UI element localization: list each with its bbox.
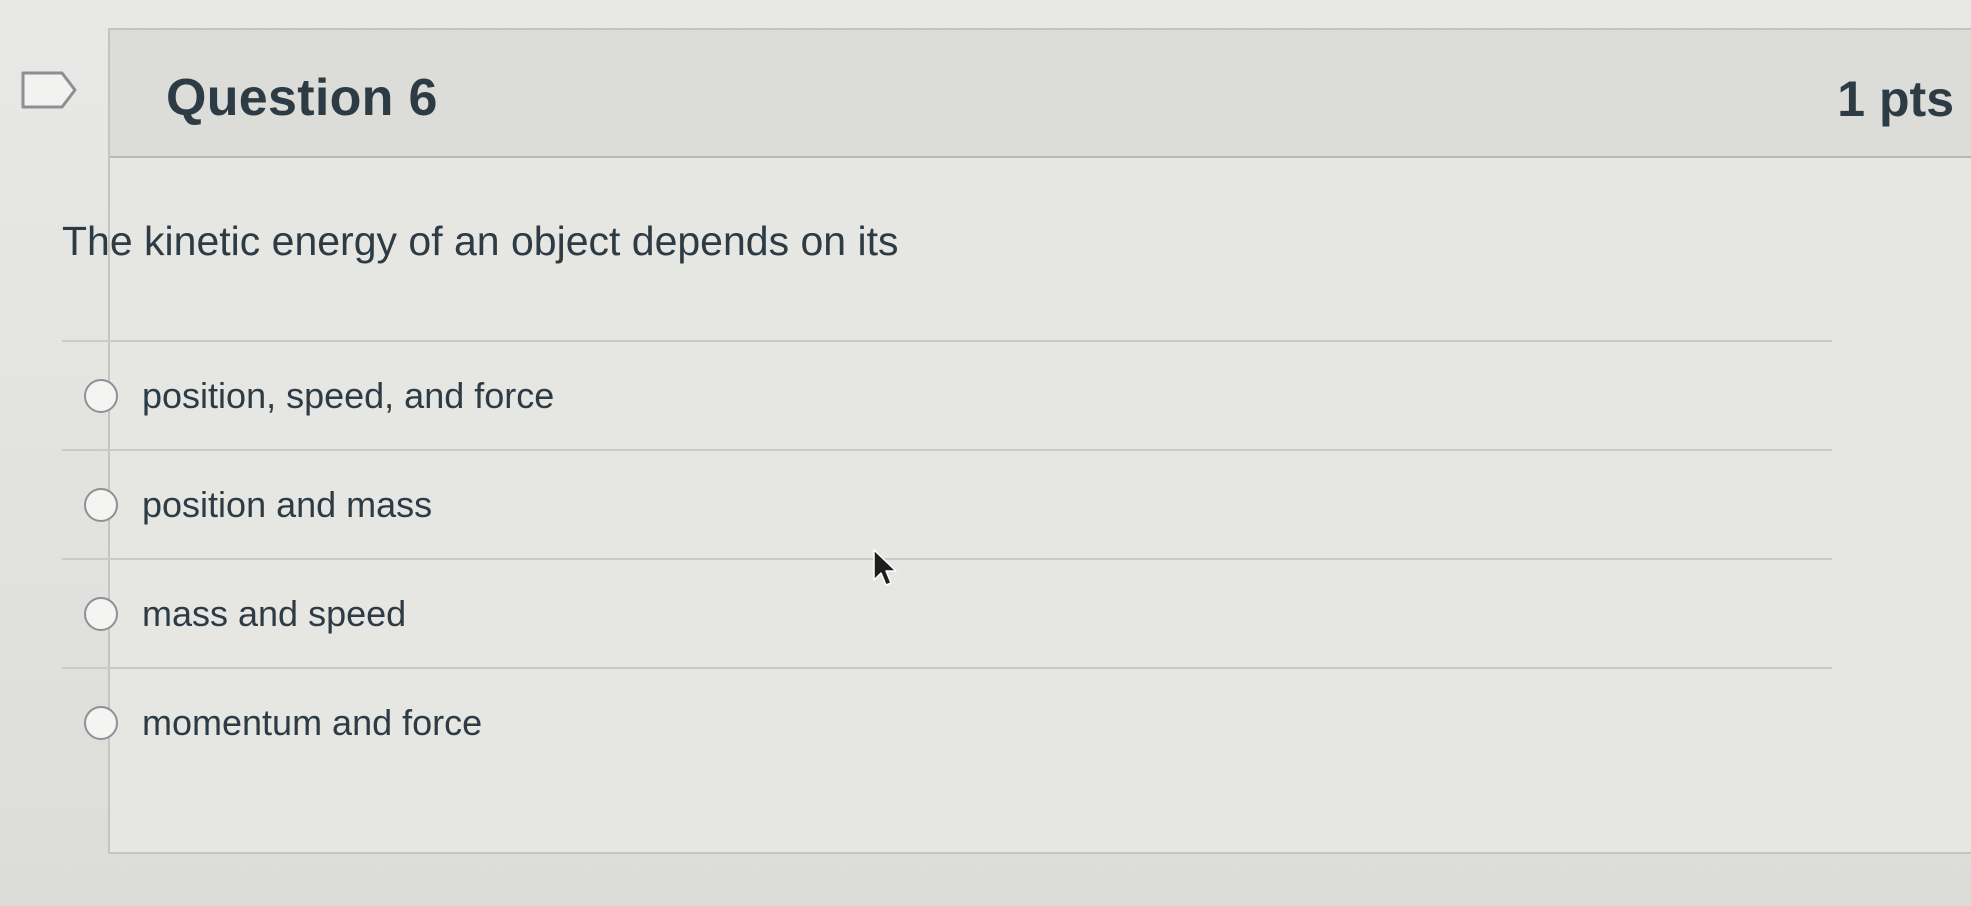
question-title: Question 6: [166, 69, 438, 127]
answer-label[interactable]: mass and speed: [142, 593, 406, 635]
flag-question-icon[interactable]: [20, 70, 80, 110]
answer-label[interactable]: position, speed, and force: [142, 375, 554, 417]
radio-button[interactable]: [84, 487, 118, 522]
radio-button[interactable]: [84, 705, 118, 740]
answer-option[interactable]: momentum and force: [62, 669, 1832, 776]
question-text: The kinetic energy of an object depends …: [62, 218, 899, 264]
mouse-pointer-icon: [873, 549, 897, 586]
answer-label[interactable]: momentum and force: [142, 702, 482, 744]
answer-option[interactable]: position, speed, and force: [62, 342, 1832, 449]
question-header: Question 6 1 pts: [110, 30, 1971, 158]
answer-option[interactable]: position and mass: [62, 451, 1832, 558]
radio-button[interactable]: [84, 378, 118, 413]
answer-label[interactable]: position and mass: [142, 484, 432, 526]
radio-button[interactable]: [84, 596, 118, 631]
answer-option[interactable]: mass and speed: [62, 560, 1832, 667]
answer-list: position, speed, and force position and …: [62, 340, 1832, 776]
question-points: 1 pts: [1837, 71, 1954, 127]
